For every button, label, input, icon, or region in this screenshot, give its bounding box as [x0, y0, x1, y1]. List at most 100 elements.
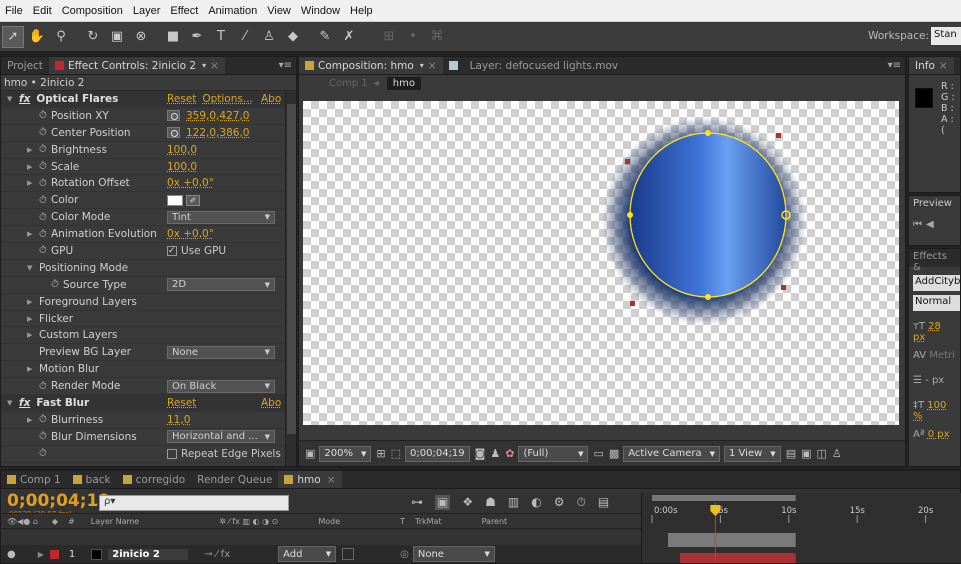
- stopwatch-icon[interactable]: ⏱: [39, 195, 51, 206]
- stroke-width-value[interactable]: - px: [925, 375, 944, 386]
- puppet-pin-tool-icon[interactable]: ✗: [338, 26, 360, 48]
- breadcrumb-prev[interactable]: Comp 1: [329, 78, 368, 89]
- workspace-select[interactable]: Stan: [931, 27, 961, 45]
- expand-triangle-icon[interactable]: ▶: [27, 315, 39, 323]
- preserve-transparency-checkbox[interactable]: [342, 548, 355, 560]
- brush-tool-icon[interactable]: ⁄: [234, 26, 256, 48]
- stopwatch-icon[interactable]: ⏱: [51, 279, 63, 290]
- graph-editor-icon[interactable]: ▤: [598, 495, 609, 510]
- expand-triangle-icon[interactable]: ▶: [27, 230, 39, 238]
- stopwatch-icon[interactable]: ⏱: [39, 144, 51, 155]
- expand-triangle-icon[interactable]: ▶: [27, 146, 39, 154]
- stopwatch-icon[interactable]: ⏱: [39, 229, 51, 240]
- composition-viewer[interactable]: [303, 101, 899, 425]
- menu-file[interactable]: File: [0, 5, 28, 17]
- font-style-select[interactable]: Normal: [913, 295, 960, 311]
- snapshot-icon[interactable]: ◙: [475, 447, 486, 460]
- expand-triangle-icon[interactable]: ▶: [27, 331, 39, 339]
- effect-row-color-mode[interactable]: ⏱ Color Mode Tint ▼: [1, 209, 296, 227]
- layer-switch-icons[interactable]: ⊸ ⁄ fx: [204, 549, 230, 560]
- effect-row-preview-bg-layer[interactable]: Preview BG Layer None ▼: [1, 344, 296, 362]
- tab-comp-1[interactable]: Comp 1: [1, 471, 67, 488]
- effect-row-positioning-mode[interactable]: ▼ Positioning Mode: [1, 260, 296, 277]
- effect-value[interactable]: 100,0: [167, 144, 197, 156]
- reset-link[interactable]: Reset: [167, 397, 196, 409]
- point-target-icon[interactable]: [167, 127, 180, 139]
- options-link[interactable]: Options...: [202, 93, 253, 105]
- table-row[interactable]: ● ▶ 1 2inicio 2 ⊸ ⁄ fx Add ▼ ◎ None ▼: [1, 545, 641, 563]
- fast-previews-icon[interactable]: ▣: [801, 447, 811, 460]
- close-icon[interactable]: ×: [210, 60, 219, 72]
- effect-row-blurriness[interactable]: ▶ ⏱ Blurriness 11,0: [1, 412, 296, 429]
- checkbox[interactable]: ✓: [167, 245, 177, 256]
- rotate-tool-icon[interactable]: ↻: [82, 26, 104, 48]
- first-frame-icon[interactable]: ⏮◀: [909, 217, 960, 232]
- effect-row-option[interactable]: ⏱ Repeat Edge Pixels: [1, 446, 296, 463]
- region-of-interest-icon[interactable]: ▭: [593, 447, 603, 460]
- effect-dropdown[interactable]: None ▼: [167, 345, 275, 359]
- expand-triangle-icon[interactable]: ▶: [27, 163, 39, 171]
- tab-back[interactable]: back: [67, 471, 117, 488]
- point-target-icon[interactable]: [167, 110, 180, 122]
- region-icon[interactable]: ⬚: [391, 447, 401, 460]
- text-tool-icon[interactable]: T: [210, 26, 232, 48]
- pan-behind-tool-icon[interactable]: ⊗: [130, 26, 152, 48]
- work-area-bar[interactable]: [652, 495, 796, 501]
- layer-name[interactable]: 2inicio 2: [108, 548, 189, 560]
- expand-triangle-icon[interactable]: ▶: [27, 365, 39, 373]
- roto-brush-tool-icon[interactable]: ✎: [314, 26, 336, 48]
- parent-select[interactable]: None ▼: [412, 546, 495, 562]
- toggle-pixel-aspect-icon[interactable]: ▤: [786, 447, 796, 460]
- effect-row-render-mode[interactable]: ⏱ Render Mode On Black ▼: [1, 378, 296, 396]
- fx-icon[interactable]: fx: [19, 93, 30, 105]
- effect-value[interactable]: 100,0: [167, 161, 197, 173]
- show-snapshot-icon[interactable]: ♟: [490, 447, 500, 460]
- visibility-icon[interactable]: ●: [7, 549, 16, 560]
- about-link[interactable]: Abo: [261, 397, 281, 409]
- live-update-icon[interactable]: ▣: [435, 495, 451, 510]
- font-family-select[interactable]: AddCityb: [913, 275, 960, 291]
- view-axis-icon[interactable]: •: [402, 26, 424, 48]
- mask-vertex[interactable]: [705, 130, 711, 136]
- effect-value[interactable]: 122,0,386,0: [186, 127, 249, 139]
- current-time-field[interactable]: 0;00;04;19: [405, 445, 470, 462]
- timeline-current-time[interactable]: 0;00;04;19: [7, 491, 110, 511]
- tab-effect-controls[interactable]: Effect Controls: 2inicio 2 ▾ ×: [48, 57, 225, 74]
- close-icon[interactable]: ×: [939, 60, 948, 72]
- axis-mode-icon[interactable]: ⊞: [378, 26, 400, 48]
- eyedropper-icon[interactable]: ✐: [186, 194, 200, 206]
- effect-row-blur-dimensions[interactable]: ⏱ Blur Dimensions Horizontal and ... ▼: [1, 429, 296, 446]
- effect-dropdown[interactable]: Horizontal and ... ▼: [167, 430, 275, 444]
- expand-triangle-icon[interactable]: ▶: [27, 179, 39, 187]
- close-icon[interactable]: ×: [428, 60, 437, 72]
- hide-shy-icon[interactable]: ☗: [485, 495, 496, 510]
- stopwatch-icon[interactable]: ⏱: [39, 110, 51, 121]
- menu-edit[interactable]: Edit: [28, 5, 57, 17]
- effect-row-brightness[interactable]: ▶ ⏱ Brightness 100,0: [1, 142, 296, 159]
- reset-link[interactable]: Reset: [167, 93, 196, 105]
- menu-window[interactable]: Window: [296, 5, 345, 17]
- safe-margins-icon[interactable]: ⊞: [376, 447, 385, 460]
- layer-label-color[interactable]: [49, 549, 59, 559]
- always-preview-icon[interactable]: ▣: [305, 447, 315, 460]
- tab-hmo[interactable]: hmo ×: [278, 471, 342, 488]
- effect-value[interactable]: 11,0: [167, 414, 190, 426]
- motion-blur-icon[interactable]: ◐: [531, 495, 541, 510]
- selection-tool-icon[interactable]: ➚: [2, 25, 24, 48]
- collapse-triangle-icon[interactable]: ▼: [7, 399, 19, 407]
- transparency-grid-icon[interactable]: ▩: [609, 447, 619, 460]
- tab-composition[interactable]: Composition: hmo ▾ ×: [299, 57, 443, 74]
- timeline-icon[interactable]: ◫: [817, 447, 827, 460]
- effect-row-position-xy[interactable]: ⏱ Position XY 359,0,427,0: [1, 108, 296, 125]
- effect-row-scale[interactable]: ▶ ⏱ Scale 100,0: [1, 159, 296, 176]
- layer-mode-select[interactable]: Add ▼: [278, 546, 337, 562]
- eraser-tool-icon[interactable]: ◆: [282, 26, 304, 48]
- brainstorm-icon[interactable]: ⚙: [554, 495, 565, 510]
- zoom-tool-icon[interactable]: ⚲: [50, 26, 72, 48]
- effect-row-rotation-offset[interactable]: ▶ ⏱ Rotation Offset 0x +0,0°: [1, 175, 296, 193]
- clone-stamp-tool-icon[interactable]: ♙: [258, 26, 280, 48]
- effect-row-custom-layers[interactable]: ▶ Custom Layers: [1, 327, 296, 345]
- tab-preview[interactable]: Preview: [909, 196, 960, 211]
- stopwatch-icon[interactable]: ⏱: [39, 245, 51, 256]
- expand-triangle-icon[interactable]: ▶: [27, 416, 39, 424]
